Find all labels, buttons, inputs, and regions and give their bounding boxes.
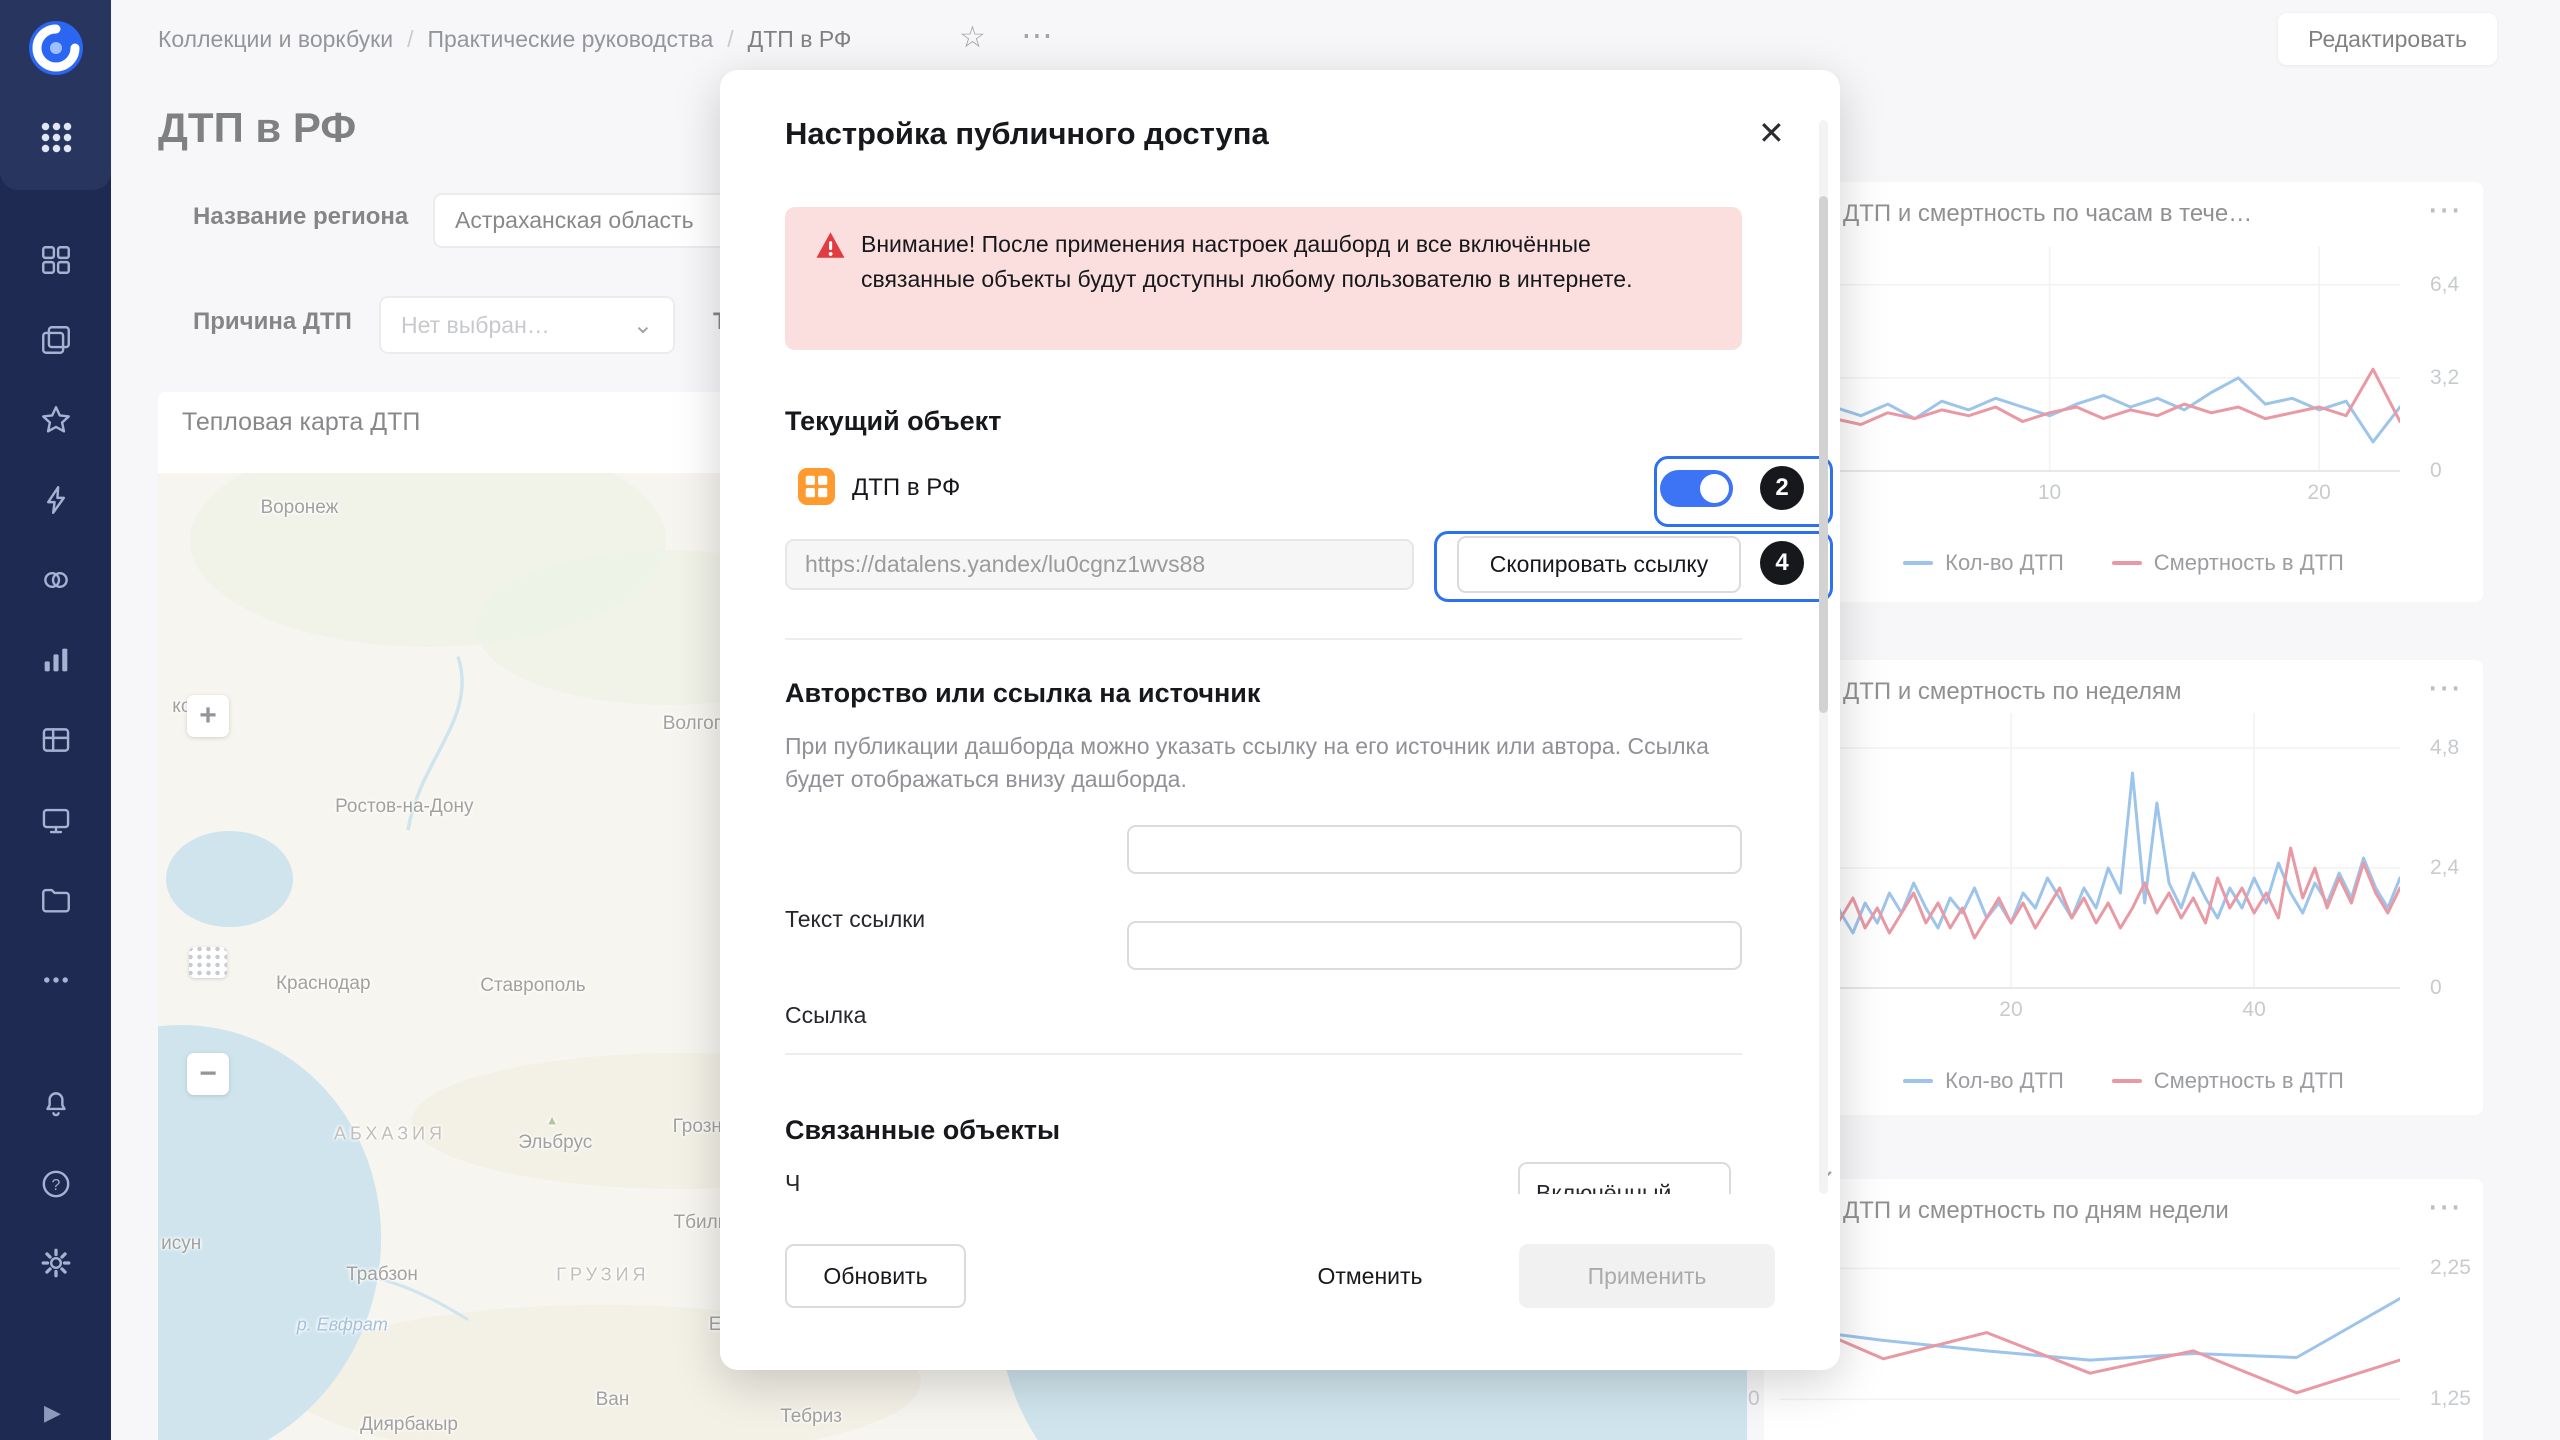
- dialog-body: Настройка публичного доступа ✕ Внимание!…: [720, 70, 1840, 1194]
- sidebar-top-panel: [0, 0, 111, 190]
- link-text-label: Текст ссылки: [785, 906, 925, 933]
- warning-icon: [815, 231, 846, 259]
- link-input[interactable]: [1127, 921, 1742, 970]
- author-section-title: Авторство или ссылка на источник: [785, 678, 1260, 709]
- charts-icon[interactable]: [32, 636, 80, 684]
- tour-badge-4: 4: [1760, 541, 1804, 585]
- folders-icon[interactable]: [32, 876, 80, 924]
- more-icon[interactable]: [32, 956, 80, 1004]
- public-url-value: https://datalens.yandex/lu0cgnz1wvs88: [805, 551, 1205, 578]
- lightning-icon[interactable]: [32, 476, 80, 524]
- cancel-button[interactable]: Отменить: [1305, 1244, 1435, 1308]
- datalens-logo[interactable]: [28, 20, 84, 76]
- sidebar: ? ▶: [0, 0, 111, 1440]
- svg-text:?: ?: [52, 1177, 61, 1194]
- collapse-icon[interactable]: ▶: [44, 1400, 61, 1426]
- tour-badge-2: 2: [1760, 466, 1804, 510]
- related-objects-section-title: Связанные объекты: [785, 1115, 1060, 1146]
- connections-icon[interactable]: [32, 556, 80, 604]
- apps-grid-icon[interactable]: [41, 122, 72, 153]
- link-label: Ссылка: [785, 1002, 866, 1029]
- favorites-icon[interactable]: [32, 396, 80, 444]
- workbooks-icon[interactable]: [32, 316, 80, 364]
- help-icon[interactable]: ?: [32, 1160, 80, 1208]
- warning-banner: Внимание! После применения настроек дашб…: [785, 207, 1742, 350]
- dashboards-icon[interactable]: [32, 236, 80, 284]
- link-text-input[interactable]: [1127, 825, 1742, 874]
- current-object-section-title: Текущий объект: [785, 406, 1001, 437]
- scrollbar-thumb[interactable]: [1819, 196, 1828, 713]
- copy-link-button[interactable]: Скопировать ссылку: [1457, 536, 1741, 593]
- related-status-value: Включённый: [1536, 1180, 1671, 1194]
- object-name: ДТП в РФ: [852, 474, 960, 502]
- warning-text: Внимание! После применения настроек дашб…: [861, 227, 1701, 297]
- divider: [785, 638, 1742, 640]
- toggle-knob: [1700, 474, 1729, 503]
- related-status-select[interactable]: Включённый: [1518, 1162, 1731, 1194]
- dialog-footer: Обновить Отменить Применить: [720, 1240, 1840, 1370]
- author-hint: При публикации дашборда можно указать сс…: [785, 730, 1715, 796]
- close-icon[interactable]: ✕: [1758, 114, 1785, 152]
- tables-icon[interactable]: [32, 716, 80, 764]
- public-url-field[interactable]: https://datalens.yandex/lu0cgnz1wvs88: [785, 539, 1414, 590]
- public-access-toggle[interactable]: [1660, 470, 1733, 507]
- dialog-title: Настройка публичного доступа: [785, 116, 1269, 152]
- settings-gear-icon[interactable]: [32, 1239, 80, 1287]
- divider: [785, 1053, 1742, 1055]
- public-access-dialog: Настройка публичного доступа ✕ Внимание!…: [720, 70, 1840, 1370]
- related-object-name-partial: Ч: [785, 1170, 800, 1194]
- notifications-bell-icon[interactable]: [32, 1080, 80, 1128]
- apply-button[interactable]: Применить: [1519, 1244, 1775, 1308]
- presentations-icon[interactable]: [32, 796, 80, 844]
- refresh-button[interactable]: Обновить: [785, 1244, 966, 1308]
- dashboard-object-icon: [798, 468, 835, 505]
